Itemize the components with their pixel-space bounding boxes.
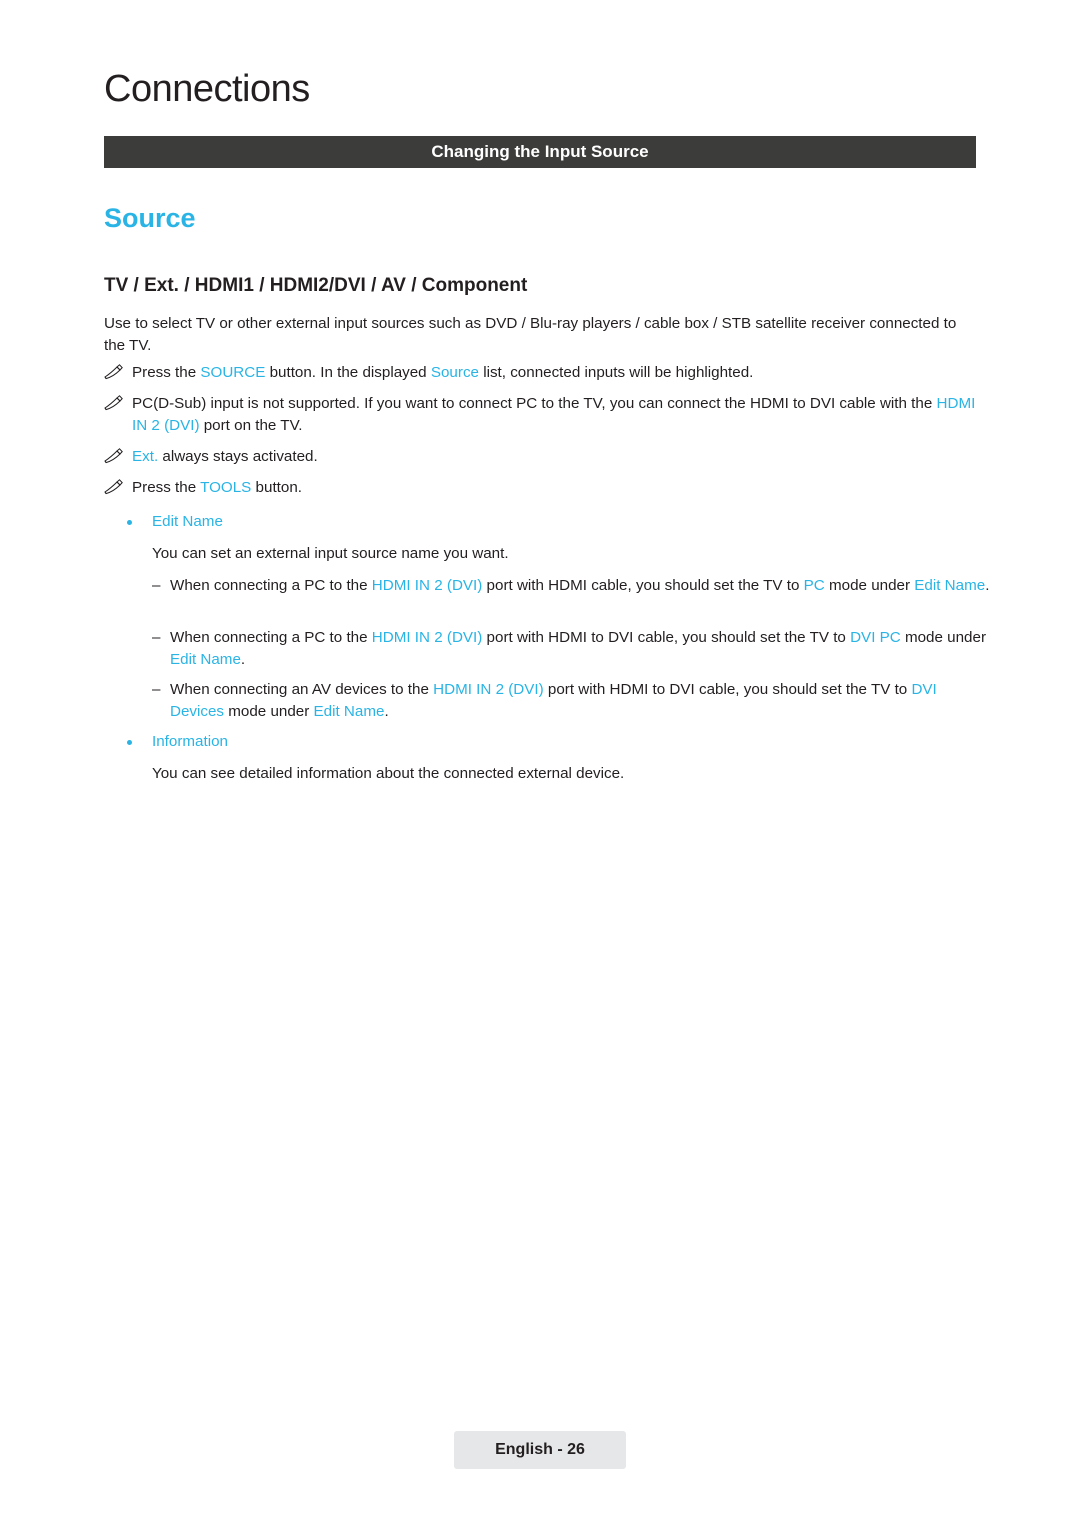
dash-marker: – <box>152 629 161 646</box>
bullet-dot-icon <box>127 740 132 745</box>
bullet-description: You can see detailed information about t… <box>152 765 625 782</box>
bullet-item-information: Information <box>127 731 976 753</box>
bullet-description: You can set an external input source nam… <box>152 545 509 562</box>
pencil-note-icon <box>104 395 123 411</box>
note-item: Ext. always stays activated. <box>104 446 976 468</box>
section-header-title: Changing the Input Source <box>431 142 649 161</box>
page-title: Connections <box>104 68 310 110</box>
dash-marker: – <box>152 577 161 594</box>
bullet-dot-icon <box>127 520 132 525</box>
page-number: English - 26 <box>495 1441 585 1458</box>
intro-paragraph: Use to select TV or other external input… <box>104 315 957 354</box>
feature-subheading: TV / Ext. / HDMI1 / HDMI2/DVI / AV / Com… <box>104 275 528 296</box>
dash-item: – When connecting an AV devices to the H… <box>152 679 994 723</box>
section-header-bar: Changing the Input Source <box>104 136 976 168</box>
note-text: PC(D-Sub) input is not supported. If you… <box>132 395 976 434</box>
note-text: Press the SOURCE button. In the displaye… <box>132 364 754 381</box>
dash-item: – When connecting a PC to the HDMI IN 2 … <box>152 627 994 671</box>
note-text: Ext. always stays activated. <box>132 448 318 465</box>
dash-marker: – <box>152 681 161 698</box>
dash-text: When connecting an AV devices to the HDM… <box>170 681 937 720</box>
pencil-note-icon <box>104 364 123 380</box>
pencil-note-icon <box>104 448 123 464</box>
note-item: Press the SOURCE button. In the displaye… <box>104 362 976 384</box>
bullet-item-edit-name: Edit Name <box>127 511 976 533</box>
dash-text: When connecting a PC to the HDMI IN 2 (D… <box>170 577 990 594</box>
note-item: PC(D-Sub) input is not supported. If you… <box>104 393 976 437</box>
note-text: Press the TOOLS button. <box>132 479 302 496</box>
note-item: Press the TOOLS button. <box>104 477 976 499</box>
feature-heading: Source <box>104 203 196 233</box>
document-page: Connections Changing the Input Source So… <box>0 0 1080 1519</box>
pencil-note-icon <box>104 479 123 495</box>
page-footer: English - 26 <box>454 1431 626 1469</box>
bullet-label: Information <box>152 733 228 750</box>
dash-text: When connecting a PC to the HDMI IN 2 (D… <box>170 629 987 668</box>
dash-item: – When connecting a PC to the HDMI IN 2 … <box>152 575 994 597</box>
bullet-label: Edit Name <box>152 513 223 530</box>
